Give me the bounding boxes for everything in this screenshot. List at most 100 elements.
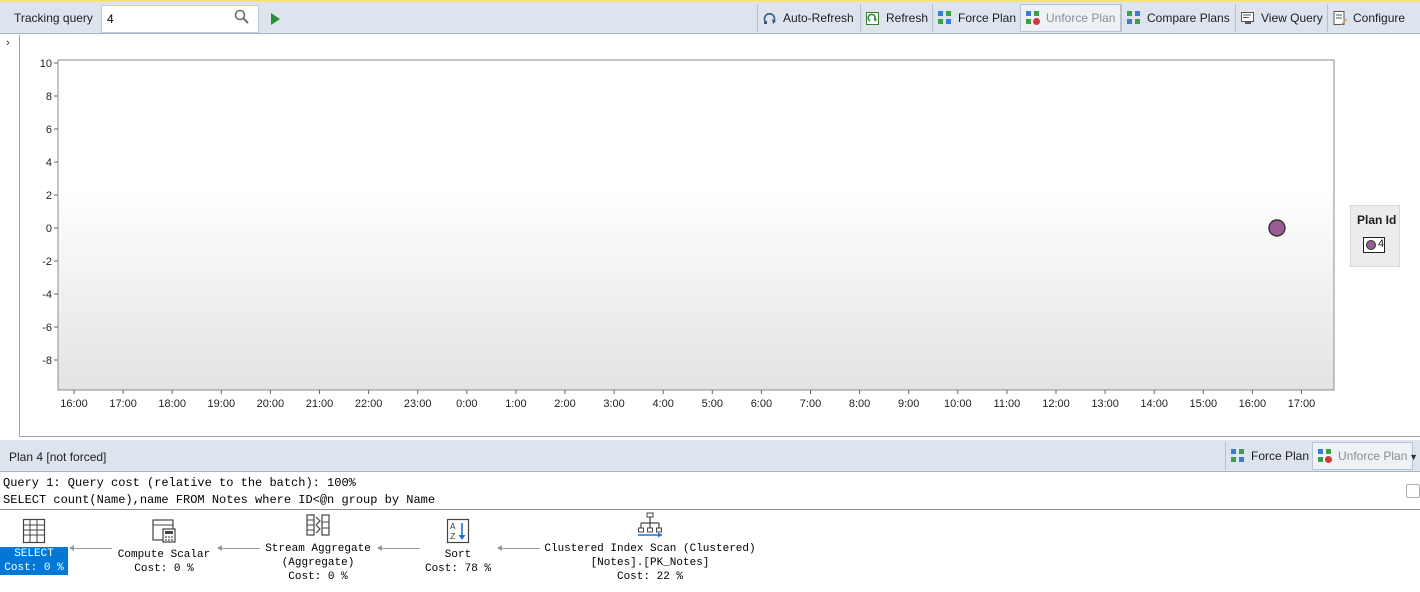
plan-unforce-plan-button[interactable]: Unforce Plan [1312, 442, 1414, 470]
x-tick-label: 2:00 [554, 398, 575, 410]
legend-title: Plan Id [1357, 213, 1397, 227]
plan-arrow [377, 545, 420, 551]
x-tick-label: 4:00 [652, 398, 673, 410]
compare-plans-icon [1127, 11, 1140, 24]
scatter-chart: 1086420-2-4-6-8Avg16:0017:0018:0019:0020… [40, 58, 1335, 410]
plan-op-cost: Cost: 0 % [134, 563, 194, 575]
plan-op-subtitle: (Aggregate) [281, 557, 355, 569]
y-tick-label: -6 [42, 322, 52, 334]
query-pane-toggle[interactable] [1406, 484, 1420, 498]
search-icon[interactable] [234, 9, 250, 25]
refresh-icon [866, 12, 879, 25]
force-plan-icon [938, 11, 951, 24]
x-tick-label: 17:00 [109, 398, 137, 410]
configure-label: Configure [1353, 11, 1406, 25]
svg-text:Z: Z [450, 532, 456, 541]
y-tick-label: 10 [40, 58, 52, 70]
x-tick-label: 16:00 [1239, 398, 1267, 410]
plan-op-name: Compute Scalar [117, 549, 211, 561]
query-separator [0, 509, 1420, 510]
plan-op-cost: Cost: 0 % [4, 562, 64, 574]
plan-title: Plan 4 [not forced] [9, 450, 107, 464]
x-tick-label: 9:00 [898, 398, 919, 410]
plan-op-name: Clustered Index Scan (Clustered) [544, 543, 756, 555]
x-tick-label: 21:00 [306, 398, 334, 410]
x-tick-label: 18:00 [158, 398, 186, 410]
query-sql-line: SELECT count(Name),name FROM Notes where… [3, 493, 436, 507]
view-query-button[interactable]: View Query [1235, 4, 1328, 32]
data-point [1268, 219, 1286, 237]
chevron-right-icon: › [6, 37, 10, 49]
tracking-query-label: Tracking query [14, 11, 93, 25]
expand-side-panel-toggle[interactable]: › [0, 35, 20, 437]
x-tick-label: 23:00 [404, 398, 432, 410]
chevron-down-icon[interactable]: ▼ [1409, 452, 1418, 462]
y-tick-label: -4 [42, 289, 52, 301]
x-tick-label: 7:00 [800, 398, 821, 410]
x-tick-label: 15:00 [1190, 398, 1218, 410]
plot-area [57, 59, 1335, 391]
svg-text:A: A [450, 522, 456, 531]
auto-refresh-label: Auto-Refresh [783, 11, 854, 25]
x-tick-label: 17:00 [1288, 398, 1316, 410]
legend-item-label: 4 [1378, 238, 1385, 250]
sort-icon: A Z [446, 518, 470, 544]
refresh-label: Refresh [886, 11, 929, 25]
run-icon[interactable] [269, 12, 281, 26]
plan-arrow [69, 545, 112, 551]
tracking-toolbar: Tracking query Auto-Refresh Refresh Forc… [0, 2, 1420, 34]
x-tick-label: 20:00 [257, 398, 285, 410]
plan-op-clustered-index-scan[interactable]: Clustered Index Scan (Clustered) [Notes].… [540, 512, 760, 584]
plan-unforce-plan-label: Unforce Plan [1338, 449, 1408, 463]
chart-panel: 1086420-2-4-6-8Avg16:0017:0018:0019:0020… [20, 35, 1420, 437]
query-cost-line: Query 1: Query cost (relative to the bat… [3, 476, 356, 490]
stream-aggregate-icon [306, 514, 330, 536]
legend-item-plan-4[interactable]: 4 [1363, 237, 1385, 253]
plan-op-object: [Notes].[PK_Notes] [590, 557, 710, 569]
plan-force-plan-label: Force Plan [1251, 449, 1310, 463]
select-op-icon [22, 518, 46, 544]
x-tick-label: 16:00 [60, 398, 88, 410]
plan-op-name: Stream Aggregate [265, 543, 371, 555]
view-query-label: View Query [1261, 11, 1323, 25]
unforce-plan-button[interactable]: Unforce Plan [1020, 4, 1122, 32]
x-tick-label: 12:00 [1042, 398, 1070, 410]
unforce-plan-icon [1026, 11, 1040, 25]
query-text: Query 1: Query cost (relative to the bat… [3, 475, 435, 509]
plan-op-compute-scalar[interactable]: Compute Scalar Cost: 0 % [112, 518, 216, 576]
configure-button[interactable]: Configure [1327, 4, 1410, 32]
plan-op-sort[interactable]: A Z Sort Cost: 78 % [420, 518, 496, 576]
refresh-button[interactable]: Refresh [860, 4, 933, 32]
x-tick-label: 19:00 [208, 398, 236, 410]
plan-op-stream-aggregate[interactable]: Stream Aggregate (Aggregate) Cost: 0 % [260, 512, 376, 584]
y-tick-label: 4 [46, 157, 52, 169]
x-tick-label: 11:00 [994, 398, 1021, 410]
plan-op-name: SELECT [14, 548, 54, 560]
unforce-plan-icon [1318, 449, 1332, 463]
force-plan-label: Force Plan [958, 11, 1017, 25]
y-tick-label: 0 [46, 223, 52, 235]
y-tick-label: -2 [42, 256, 52, 268]
plan-op-cost: Cost: 0 % [288, 571, 348, 583]
force-plan-button[interactable]: Force Plan [932, 4, 1021, 32]
x-tick-label: 5:00 [702, 398, 723, 410]
auto-refresh-button[interactable]: Auto-Refresh [757, 4, 859, 32]
compare-plans-button[interactable]: Compare Plans [1121, 4, 1235, 32]
unforce-plan-label: Unforce Plan [1046, 11, 1116, 25]
y-tick-label: 2 [46, 190, 52, 202]
plan-op-cost: Cost: 22 % [616, 571, 683, 583]
plan-op-select[interactable]: SELECT Cost: 0 % [0, 518, 68, 575]
plan-force-plan-button[interactable]: Force Plan [1225, 442, 1314, 470]
y-tick-label: 6 [46, 124, 52, 136]
auto-refresh-icon [763, 13, 776, 24]
y-tick-label: 8 [46, 91, 52, 103]
clustered-index-scan-icon [638, 512, 662, 538]
y-tick-label: -8 [42, 355, 52, 367]
compare-plans-label: Compare Plans [1147, 11, 1230, 25]
compute-scalar-icon [152, 519, 176, 543]
configure-icon [1333, 11, 1347, 25]
view-query-icon [1241, 12, 1254, 24]
x-tick-label: 8:00 [849, 398, 870, 410]
plan-op-cost: Cost: 78 % [424, 563, 491, 575]
x-tick-label: 6:00 [751, 398, 772, 410]
